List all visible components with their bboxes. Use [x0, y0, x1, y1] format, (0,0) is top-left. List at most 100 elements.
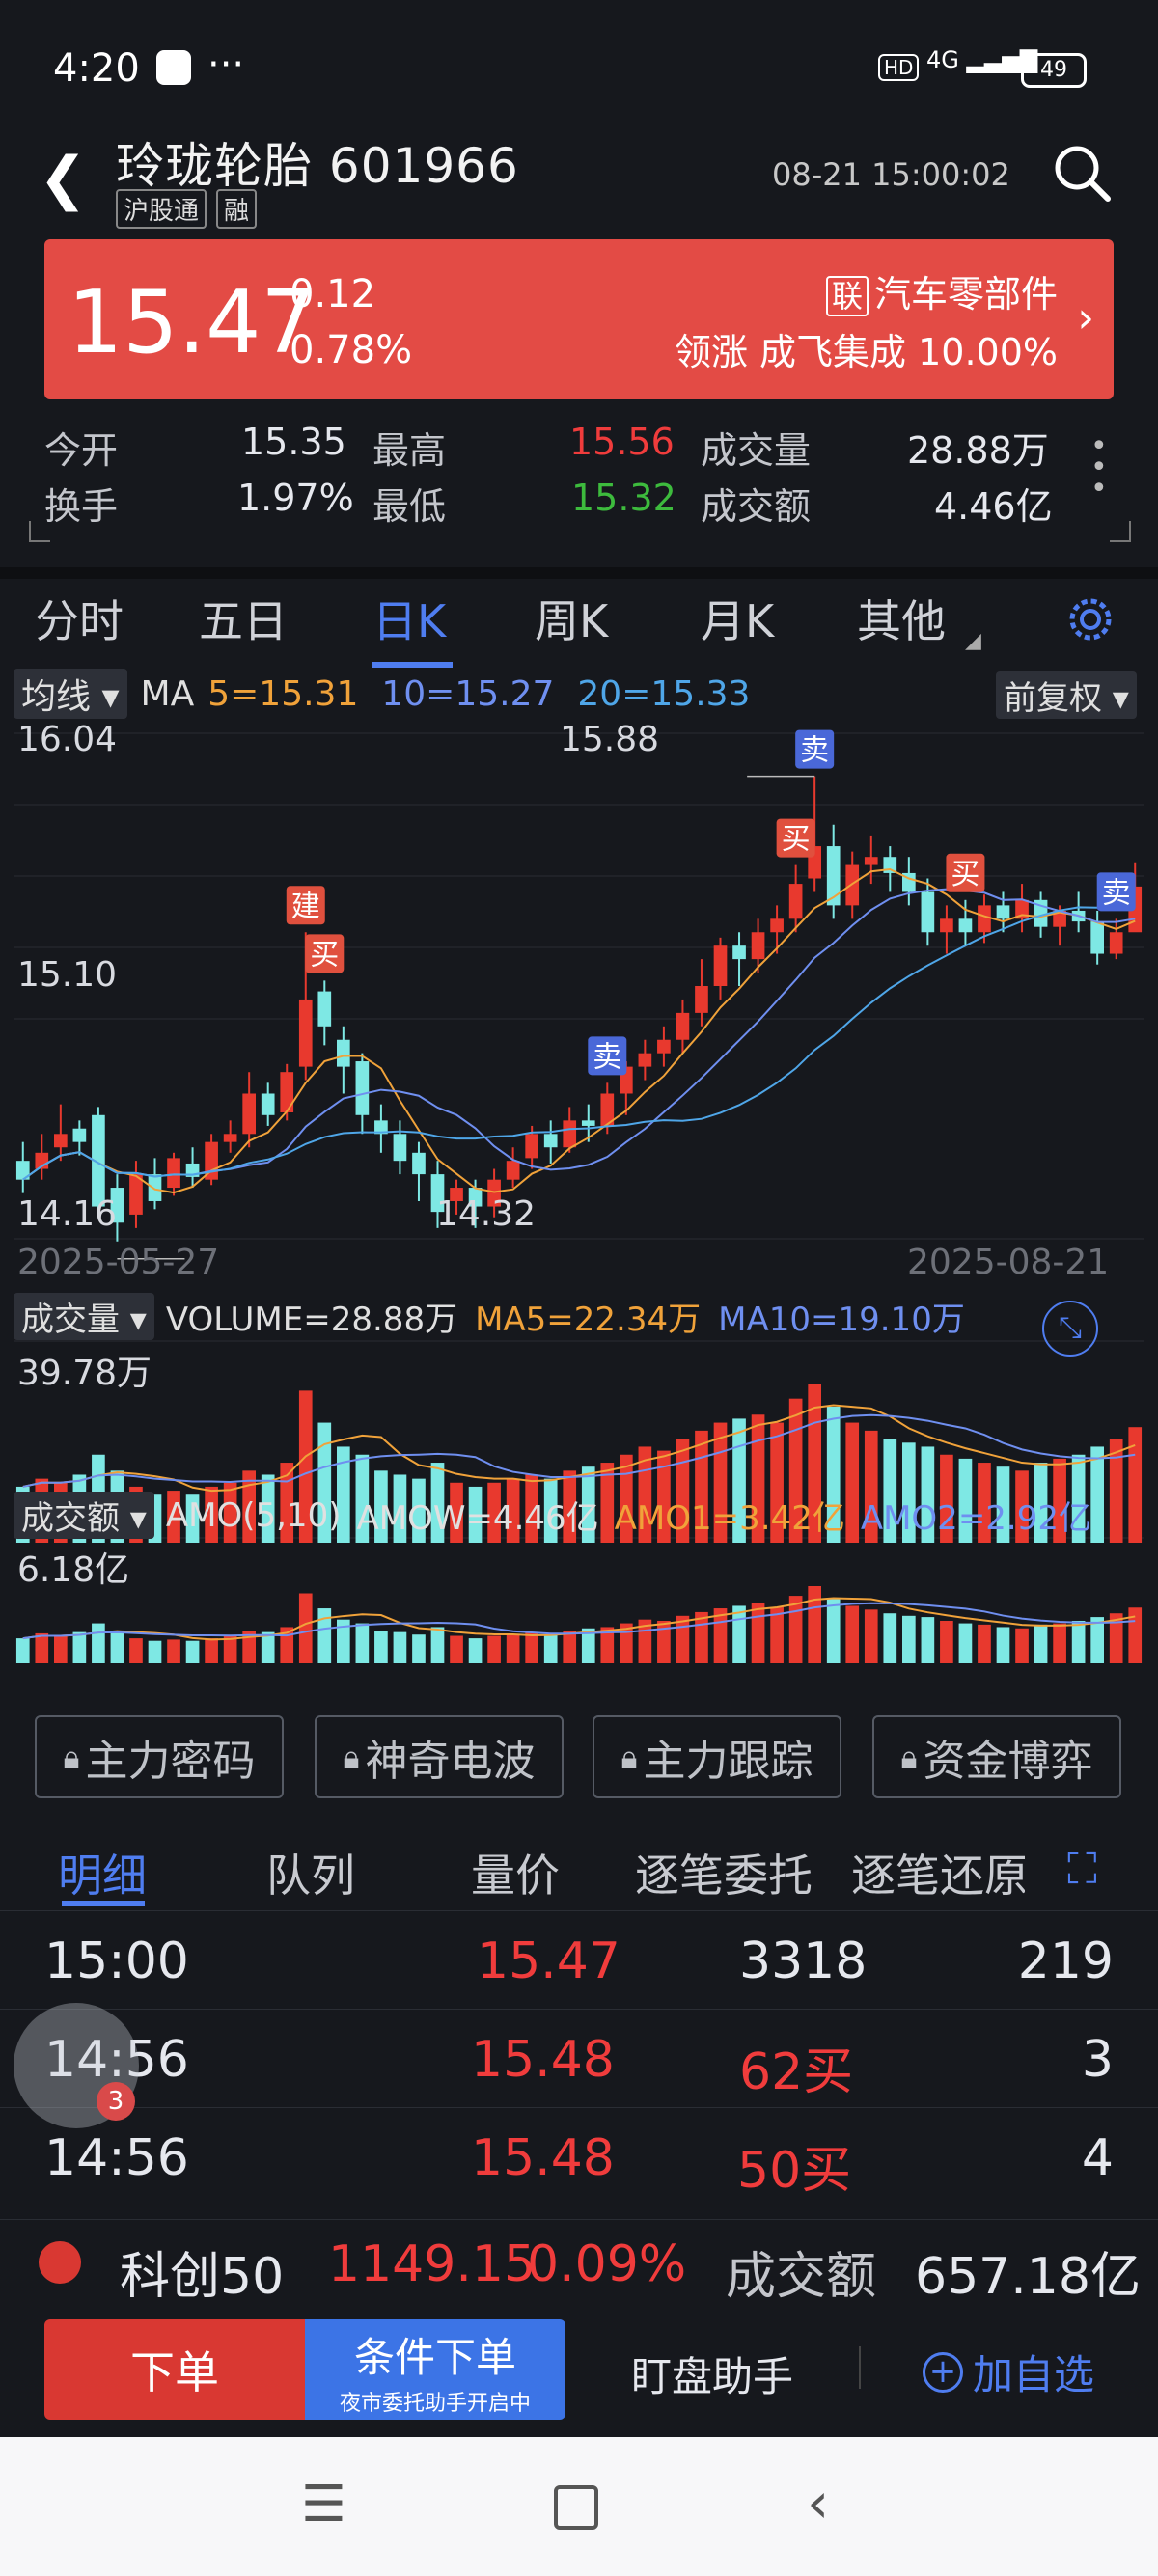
amount-bar	[751, 1603, 765, 1663]
settings-gear-icon[interactable]	[1065, 594, 1116, 644]
divider	[859, 2346, 861, 2389]
volume-label: 成交量	[701, 429, 812, 472]
index-pct: 0.09%	[527, 2235, 687, 2293]
order-button[interactable]: 下单	[44, 2319, 305, 2420]
amount-bar	[996, 1627, 1010, 1663]
system-nav-bar: ☰ ‹	[0, 2437, 1158, 2576]
amount-bar	[543, 1634, 558, 1663]
section-divider	[0, 567, 1158, 579]
expand-diagonal-icon[interactable]: ⤡	[1042, 1301, 1098, 1357]
assistant-badge: 3	[96, 2082, 135, 2121]
amount-bar	[1128, 1607, 1143, 1663]
hd-icon: HD	[878, 54, 920, 81]
amount-bar	[978, 1624, 991, 1663]
tab-other[interactable]: 其他	[857, 587, 946, 650]
search-icon[interactable]	[1052, 143, 1114, 205]
lock-button-tracking[interactable]: 🔒︎ 主力跟踪	[593, 1715, 841, 1798]
low-label: 最低	[372, 485, 447, 528]
more-stats-icon[interactable]: • • •	[1090, 432, 1108, 504]
amount-selector[interactable]: 成交额 ▾	[14, 1492, 154, 1539]
amount-bar	[657, 1620, 671, 1663]
trade-price: 15.47	[477, 1932, 620, 1990]
lock-button-label: 主力跟踪	[643, 1737, 813, 1786]
amount-bars-layer	[15, 1586, 1143, 1663]
trough-label: 14.32	[436, 1194, 537, 1234]
chevron-right-icon[interactable]: ›	[1077, 293, 1094, 343]
amount-bar	[167, 1639, 180, 1663]
tab-trade-restore[interactable]: 逐笔还原	[851, 1841, 1025, 1905]
candle-body	[751, 932, 765, 960]
tab-five-day[interactable]: 五日	[199, 587, 288, 650]
sector-link[interactable]: 联汽车零部件 领涨 成飞集成 10.00%	[675, 266, 1058, 380]
amount-value: AMOW=4.46亿	[356, 1499, 599, 1538]
candle-body	[242, 1093, 257, 1135]
tab-volume-price[interactable]: 量价	[471, 1841, 560, 1905]
last-price: 15.47	[68, 272, 317, 373]
candle-body	[298, 999, 313, 1067]
status-time: 4:20	[53, 46, 140, 91]
fullscreen-icon[interactable]: ⛶	[1067, 1845, 1097, 1894]
open-value: 15.35	[241, 421, 346, 463]
monitor-assistant-button[interactable]: 盯盘助手	[631, 2344, 793, 2403]
amount-bar	[72, 1631, 87, 1663]
volume-legend: 成交量 ▾ VOLUME=28.88万 MA5=22.34万 MA10=19.1…	[14, 1293, 965, 1340]
tab-intraday[interactable]: 分时	[35, 587, 124, 650]
amount-selector-label: 成交额	[21, 1499, 120, 1538]
volume-selector[interactable]: 成交量 ▾	[14, 1293, 154, 1340]
conditional-order-button[interactable]: 条件下单 夜市委托助手开启中	[305, 2319, 565, 2420]
tab-detail[interactable]: 明细	[58, 1841, 147, 1905]
tab-order-by-order[interactable]: 逐笔委托	[635, 1841, 813, 1905]
signal-sell-label: 卖	[800, 734, 829, 768]
play-store-icon	[156, 50, 191, 85]
candle-body	[657, 1039, 671, 1054]
add-watchlist-button[interactable]: + 加自选	[923, 2343, 1094, 2401]
amount-bar	[901, 1615, 916, 1663]
lock-button-capital[interactable]: 🔒︎ 资金博弈	[872, 1715, 1121, 1798]
ma-lines-layer	[22, 775, 1136, 1260]
menu-icon[interactable]: ☰	[301, 2476, 346, 2534]
back-nav-icon[interactable]: ‹	[807, 2470, 829, 2535]
stock-title: 玲珑轮胎 601966	[116, 127, 519, 197]
amount-bar	[883, 1613, 897, 1663]
tab-weekly-k[interactable]: 周K	[535, 587, 608, 650]
amount-bar	[676, 1615, 690, 1663]
y-axis-top: 16.04	[17, 720, 118, 759]
tab-queue[interactable]: 队列	[266, 1841, 355, 1905]
kline-chart[interactable]: 均线 ▾ MA 5=15.31 10=15.27 20=15.33 前复权 ▾ …	[0, 669, 1158, 1692]
volume-selector-label: 成交量	[21, 1301, 120, 1339]
candle-body	[996, 905, 1010, 919]
change-amount: 0.12	[290, 272, 376, 316]
price-banner: 15.47 0.12 0.78% 联汽车零部件 领涨 成飞集成 10.00% ›	[44, 239, 1114, 399]
lock-icon: 🔒︎	[620, 1738, 638, 1775]
home-icon[interactable]	[554, 2485, 598, 2530]
tab-daily-k[interactable]: 日K	[372, 587, 446, 650]
amount-bar	[864, 1609, 878, 1663]
candle-body	[864, 857, 878, 865]
lock-button-main-code[interactable]: 🔒︎ 主力密码	[35, 1715, 284, 1798]
volume-ma5: MA5=22.34万	[475, 1301, 702, 1339]
signal-sell-label: 卖	[593, 1040, 621, 1074]
candle-body	[412, 1152, 426, 1175]
floating-assistant-avatar[interactable]: 3	[14, 2003, 139, 2128]
back-arrow-icon[interactable]: ❮	[39, 145, 87, 212]
lock-button-wave[interactable]: 🔒︎ 神奇电波	[315, 1715, 564, 1798]
candle-body	[770, 918, 784, 933]
y-axis-mid: 15.10	[17, 955, 118, 995]
candle-body	[638, 1053, 652, 1067]
open-label: 今开	[44, 429, 119, 472]
candle-body	[676, 1012, 690, 1040]
trade-count: 219	[1017, 1932, 1114, 1990]
active-detail-tab-indicator	[62, 1901, 145, 1906]
candle-body	[1109, 932, 1123, 954]
signals-layer: 建买卖买卖买卖	[286, 729, 1136, 1076]
candle-body	[563, 1120, 577, 1148]
index-ticker[interactable]: 科创50 1149.15 0.09% 成交额 657.18亿	[0, 2219, 1158, 2307]
trade-row: 14:56 15.48 50买 4	[0, 2107, 1158, 2205]
high-label: 最高	[372, 429, 447, 472]
index-name: 科创50	[120, 2248, 285, 2306]
sector-name: 汽车零部件	[873, 273, 1058, 315]
signal-buy-label: 买	[782, 823, 811, 857]
tab-monthly-k[interactable]: 月K	[701, 587, 774, 650]
amount-ma2: AMO2=2.92亿	[860, 1499, 1092, 1538]
notification-more-icon: ···	[207, 42, 245, 87]
